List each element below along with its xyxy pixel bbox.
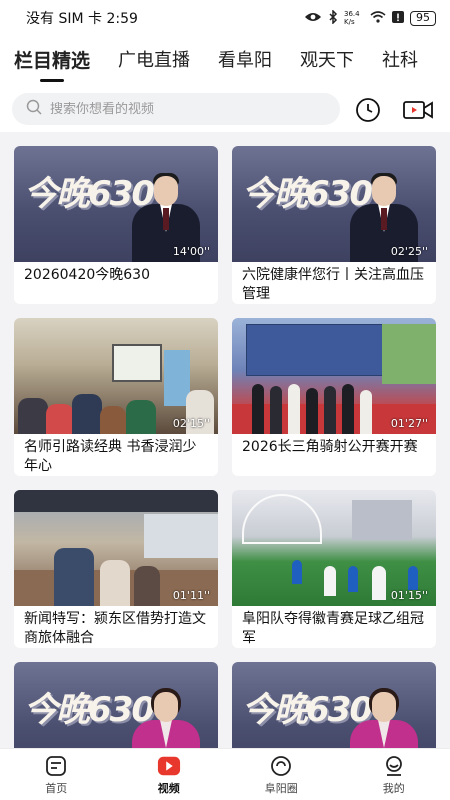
nav-profile-label: 我的: [382, 781, 405, 795]
video-title[interactable]: 20260420今晚630: [14, 262, 218, 304]
video-thumbnail[interactable]: 今晚630 02'25'': [232, 146, 436, 262]
eye-icon: [304, 11, 322, 26]
history-clock-icon[interactable]: [354, 96, 382, 124]
arch-structure: [242, 494, 322, 544]
status-sim-time: 没有 SIM 卡 2:59: [26, 11, 138, 27]
search-input[interactable]: [50, 101, 290, 117]
video-play-icon: [157, 754, 181, 778]
video-card[interactable]: 今晚630 14'00'' 20260420今晚630: [14, 146, 218, 304]
status-indicators: 36.4 K/s 95: [304, 8, 436, 27]
video-duration: 02'15'': [172, 417, 210, 430]
bluetooth-icon: [328, 8, 338, 27]
video-title[interactable]: 2026长三角骑射公开赛开赛: [232, 434, 436, 476]
tab-featured-columns[interactable]: 栏目精选: [14, 36, 90, 86]
bottom-navigation: 首页 视频 阜阳圈 我的: [0, 748, 450, 800]
event-backdrop: [246, 324, 386, 376]
video-duration: 02'25'': [390, 245, 428, 258]
video-duration: 01'11'': [172, 589, 210, 602]
video-thumbnail[interactable]: 今晚630: [14, 662, 218, 748]
video-thumbnail[interactable]: 01'15'': [232, 490, 436, 606]
news-anchor-figure: [130, 678, 202, 748]
category-tabs: 栏目精选 广电直播 看阜阳 观天下 社科: [0, 36, 450, 86]
video-card[interactable]: 今晚630: [14, 662, 218, 748]
video-card[interactable]: 01'11'' 新闻特写：颍东区借势打造文商旅体融合: [14, 490, 218, 648]
video-duration: 14'00'': [172, 245, 210, 258]
video-duration: 01'27'': [390, 417, 428, 430]
video-thumbnail[interactable]: 今晚630: [232, 662, 436, 748]
video-card[interactable]: 01'27'' 2026长三角骑射公开赛开赛: [232, 318, 436, 476]
video-card[interactable]: 01'15'' 阜阳队夺得徽青赛足球乙组冠军: [232, 490, 436, 648]
video-card[interactable]: 今晚630 02'25'' 六院健康伴您行丨关注高血压管理: [232, 146, 436, 304]
stadium-building: [352, 500, 412, 540]
tab-world[interactable]: 观天下: [300, 36, 354, 86]
nav-home-label: 首页: [45, 781, 68, 795]
video-camera-icon[interactable]: [402, 96, 434, 124]
home-icon: [44, 754, 68, 778]
search-row: [0, 86, 450, 132]
search-box[interactable]: [12, 93, 340, 125]
tab-social-science[interactable]: 社科: [382, 36, 418, 86]
app-screen: 没有 SIM 卡 2:59 36.4 K/s 95 栏目精选 广电直播 看阜阳 …: [0, 0, 450, 800]
video-thumbnail[interactable]: 02'15'': [14, 318, 218, 434]
search-icon: [26, 99, 42, 119]
video-title[interactable]: 新闻特写：颍东区借势打造文商旅体融合: [14, 606, 218, 648]
notification-icon: [392, 10, 404, 26]
nav-fuyang-circle-label: 阜阳圈: [264, 781, 298, 795]
video-duration: 01'15'': [390, 589, 428, 602]
nav-fuyang-circle[interactable]: 阜阳圈: [225, 749, 338, 800]
status-bar: 没有 SIM 卡 2:59 36.4 K/s 95: [0, 0, 450, 36]
tab-live-broadcast[interactable]: 广电直播: [118, 36, 190, 86]
tent-roof: [14, 490, 218, 512]
news-anchor-figure: [348, 678, 420, 748]
video-title[interactable]: 六院健康伴您行丨关注高血压管理: [232, 262, 436, 304]
circle-icon: [269, 754, 293, 778]
battery-indicator: 95: [410, 10, 436, 26]
video-thumbnail[interactable]: 今晚630 14'00'': [14, 146, 218, 262]
network-speed: 36.4 K/s: [344, 10, 360, 26]
video-card[interactable]: 02'15'' 名师引路读经典 书香浸润少年心: [14, 318, 218, 476]
video-title[interactable]: 阜阳队夺得徽青赛足球乙组冠军: [232, 606, 436, 648]
nav-video[interactable]: 视频: [113, 749, 226, 800]
nav-profile[interactable]: 我的: [338, 749, 450, 800]
nav-video-label: 视频: [157, 781, 180, 795]
video-thumbnail[interactable]: 01'11'': [14, 490, 218, 606]
video-thumbnail[interactable]: 01'27'': [232, 318, 436, 434]
video-card[interactable]: 今晚630: [232, 662, 436, 748]
video-grid: 今晚630 14'00'' 20260420今晚630 今晚630 02'25'…: [0, 132, 450, 748]
wifi-icon: [370, 10, 386, 26]
tab-fuyang[interactable]: 看阜阳: [218, 36, 272, 86]
video-title[interactable]: 名师引路读经典 书香浸润少年心: [14, 434, 218, 476]
nav-home[interactable]: 首页: [0, 749, 113, 800]
profile-icon: [382, 754, 406, 778]
